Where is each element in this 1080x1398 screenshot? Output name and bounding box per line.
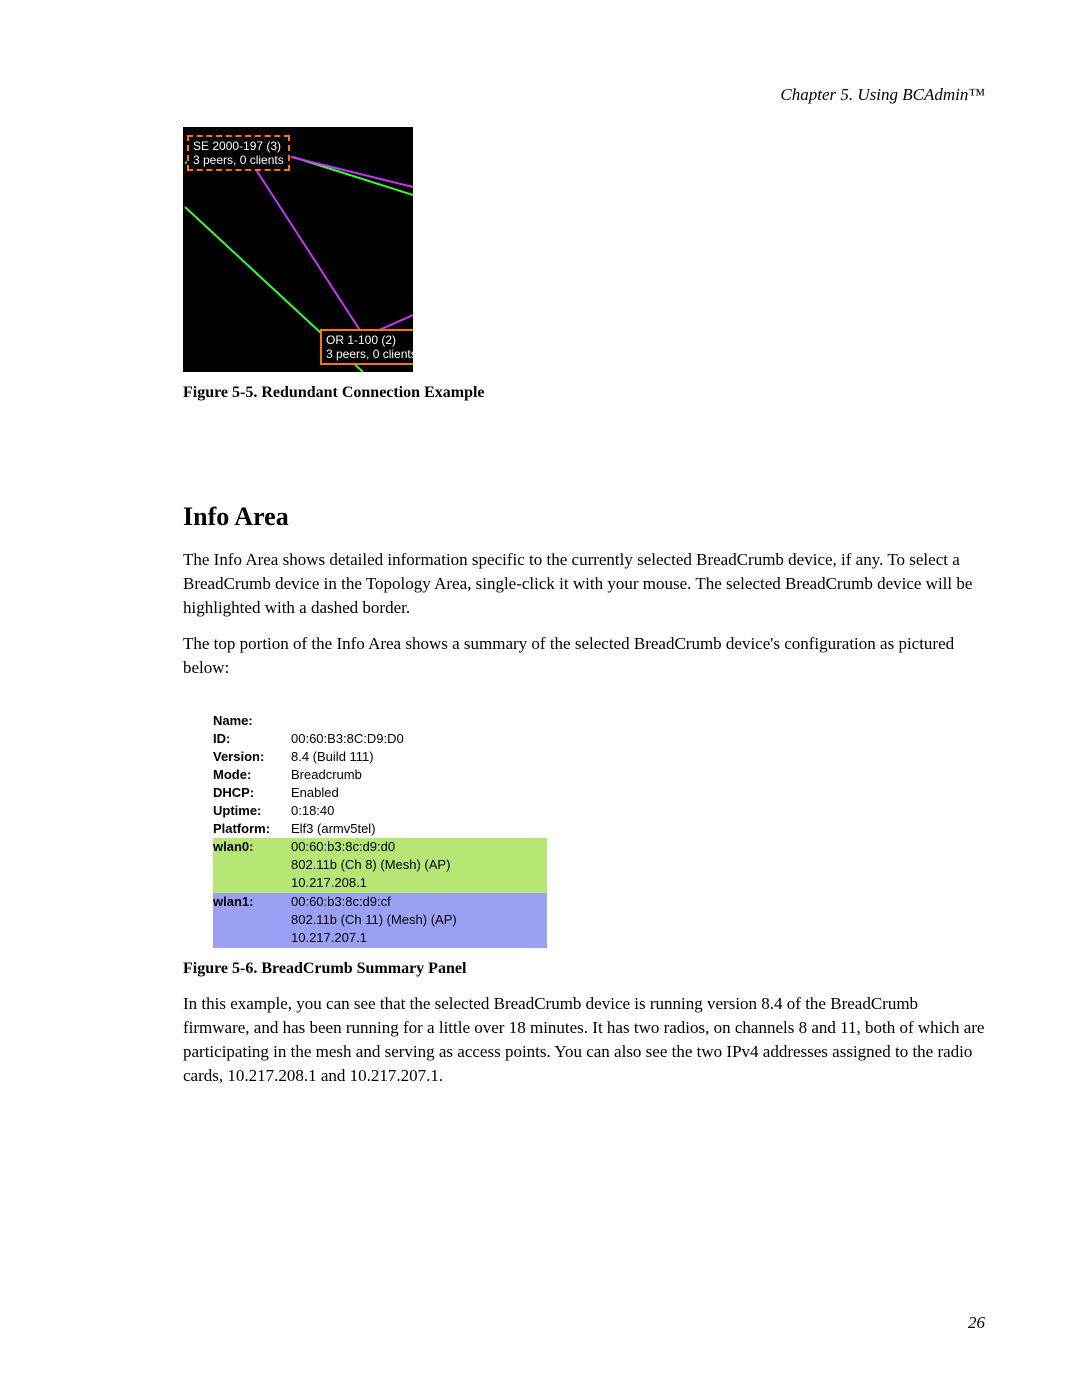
panel-value: Breadcrumb: [291, 766, 547, 784]
panel-value: 0:18:40: [291, 802, 547, 820]
panel-label: Platform:: [213, 820, 291, 838]
panel-label: ID:: [213, 730, 291, 748]
panel-label: Version:: [213, 748, 291, 766]
paragraph: In this example, you can see that the se…: [183, 992, 985, 1088]
topology-node-or1100: OR 1-100 (2) 3 peers, 0 clients: [320, 329, 413, 365]
figure-5-5-topology: SE 2000-197 (3) 3 peers, 0 clients OR 1-…: [183, 127, 413, 372]
panel-row-mode: Mode: Breadcrumb: [213, 766, 547, 784]
panel-row-name: Name:: [213, 712, 547, 730]
topology-node-se2000: SE 2000-197 (3) 3 peers, 0 clients: [187, 135, 290, 171]
wlan-line: 10.217.207.1: [291, 929, 547, 947]
wlan-line: 802.11b (Ch 11) (Mesh) (AP): [291, 911, 547, 929]
panel-row-platform: Platform: Elf3 (armv5tel): [213, 820, 547, 838]
node-label-line2: 3 peers, 0 clients: [326, 347, 413, 361]
section-heading-info-area: Info Area: [183, 502, 985, 532]
panel-label: Uptime:: [213, 802, 291, 820]
panel-value: [291, 712, 547, 730]
panel-row-dhcp: DHCP: Enabled: [213, 784, 547, 802]
panel-label: Mode:: [213, 766, 291, 784]
panel-label: wlan1:: [213, 893, 291, 948]
panel-value: Elf3 (armv5tel): [291, 820, 547, 838]
panel-value: 00:60:b3:8c:d9:d0 802.11b (Ch 8) (Mesh) …: [291, 838, 547, 893]
panel-label: Name:: [213, 712, 291, 730]
figure-5-5-caption: Figure 5-5. Redundant Connection Example: [183, 384, 985, 402]
node-label-line2: 3 peers, 0 clients: [193, 153, 284, 167]
wlan-line: 10.217.208.1: [291, 874, 547, 892]
node-label-line1: OR 1-100 (2): [326, 333, 413, 347]
panel-row-wlan0: wlan0: 00:60:b3:8c:d9:d0 802.11b (Ch 8) …: [213, 838, 547, 893]
panel-row-id: ID: 00:60:B3:8C:D9:D0: [213, 730, 547, 748]
wlan-line: 802.11b (Ch 8) (Mesh) (AP): [291, 856, 547, 874]
running-head: Chapter 5. Using BCAdmin™: [183, 85, 985, 105]
panel-row-wlan1: wlan1: 00:60:b3:8c:d9:cf 802.11b (Ch 11)…: [213, 893, 547, 948]
panel-value: 00:60:B3:8C:D9:D0: [291, 730, 547, 748]
panel-value: Enabled: [291, 784, 547, 802]
paragraph: The Info Area shows detailed information…: [183, 548, 985, 620]
panel-row-uptime: Uptime: 0:18:40: [213, 802, 547, 820]
node-label-line1: SE 2000-197 (3): [193, 139, 284, 153]
wlan-line: 00:60:b3:8c:d9:d0: [291, 838, 547, 856]
panel-label: wlan0:: [213, 838, 291, 893]
breadcrumb-summary-panel: Name: ID: 00:60:B3:8C:D9:D0 Version: 8.4…: [213, 712, 547, 948]
wlan-line: 00:60:b3:8c:d9:cf: [291, 893, 547, 911]
paragraph: The top portion of the Info Area shows a…: [183, 632, 985, 680]
panel-value: 8.4 (Build 111): [291, 748, 547, 766]
figure-5-6-caption: Figure 5-6. BreadCrumb Summary Panel: [183, 960, 985, 978]
page-number: 26: [968, 1313, 985, 1333]
panel-value: 00:60:b3:8c:d9:cf 802.11b (Ch 11) (Mesh)…: [291, 893, 547, 948]
panel-label: DHCP:: [213, 784, 291, 802]
panel-row-version: Version: 8.4 (Build 111): [213, 748, 547, 766]
